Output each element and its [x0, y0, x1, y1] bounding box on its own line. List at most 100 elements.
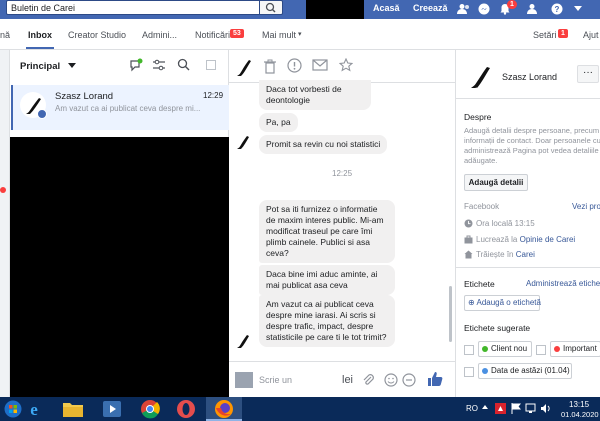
tab-settings[interactable]: Setări: [533, 30, 557, 40]
tray-arrow-icon[interactable]: [481, 403, 489, 413]
side-notification-dot: [0, 187, 6, 193]
conversation-preview: Am vazut ca ai publicat ceva despre mi..…: [55, 104, 200, 113]
chrome-icon[interactable]: [140, 399, 160, 419]
labels-title: Etichete: [464, 279, 495, 289]
message-bubble: Daca tot vorbesti de deontologie: [259, 80, 371, 110]
works-at-prefix: Lucrează la: [476, 235, 518, 244]
contact-name: Szasz Lorand: [502, 72, 558, 82]
chat-toolbar: [229, 50, 455, 83]
left-edge-strip: [0, 50, 10, 397]
volume-icon[interactable]: [540, 403, 552, 414]
home-icon: [464, 250, 473, 259]
more-options-button[interactable]: ···: [577, 65, 599, 83]
tag-important-checkbox[interactable]: [536, 345, 546, 355]
search-button[interactable]: [259, 0, 283, 15]
windows-start-icon[interactable]: [4, 400, 22, 418]
attachment-icon[interactable]: [362, 374, 375, 387]
add-label-button[interactable]: ⊕ Adaugă o etichetă: [464, 295, 541, 311]
message-bubble: Am vazut ca ai publicat ceva despre mine…: [259, 295, 395, 347]
tag-data-de-astazi[interactable]: Data de astăzi (01.04): [478, 363, 572, 379]
message-timestamp: 12:25: [332, 169, 353, 178]
like-icon[interactable]: [427, 371, 443, 387]
add-details-button[interactable]: Adaugă detalii: [464, 174, 528, 191]
tag-today-checkbox[interactable]: [464, 367, 474, 377]
avatar: [471, 67, 490, 88]
top-bar: Buletin de Carei Acasă Creează 1 ?: [0, 0, 600, 19]
redacted-panel: [10, 137, 229, 397]
trash-icon[interactable]: [263, 59, 277, 74]
file-explorer-icon[interactable]: [62, 400, 84, 418]
conversation-item[interactable]: Szasz Lorand 12:29 Am vazut ca ai public…: [11, 85, 229, 130]
search-conversations-icon[interactable]: [177, 58, 190, 71]
active-tab-underline: [26, 47, 54, 49]
tag-client-label: Client nou: [491, 344, 528, 353]
keyboard-language[interactable]: RO: [466, 404, 478, 413]
inbox-filter-label[interactable]: Principal: [20, 61, 60, 72]
works-at-link[interactable]: Opinie de Carei: [520, 235, 576, 244]
taskbar-date[interactable]: 01.04.2020: [561, 410, 599, 419]
firefox-icon: [215, 400, 233, 418]
clock-icon: [464, 219, 473, 228]
firefox-taskbar-button[interactable]: [206, 397, 242, 421]
select-all-checkbox[interactable]: [206, 60, 216, 70]
tag-client-checkbox[interactable]: [464, 345, 474, 355]
manage-labels-link[interactable]: Administrează etichete: [526, 279, 600, 288]
composer-input[interactable]: Scrie un: [259, 375, 292, 385]
tag-important[interactable]: Important: [550, 341, 600, 357]
filter-settings-icon[interactable]: [152, 59, 166, 71]
view-profile-link[interactable]: Vezi profil: [572, 202, 600, 211]
avatar: [237, 136, 249, 149]
tab-creator-studio[interactable]: Creator Studio: [68, 30, 126, 40]
message-bubble: Daca bine imi aduc aminte, ai mai public…: [259, 265, 395, 295]
report-spam-icon[interactable]: [287, 58, 302, 73]
filter-dropdown-chevron-icon[interactable]: [68, 63, 76, 68]
avatar: [237, 335, 249, 348]
search-input[interactable]: Buletin de Carei: [6, 0, 260, 15]
message-bubble: Pa, pa: [259, 113, 298, 132]
divider: [456, 98, 600, 99]
works-at: Lucrează la Opinie de Carei: [476, 235, 575, 244]
tag-client-nou[interactable]: Client nou: [478, 341, 532, 357]
account-menu-chevron-icon[interactable]: [574, 6, 582, 12]
nav-item-partial[interactable]: nă: [0, 30, 10, 40]
settings-badge: 1: [558, 29, 568, 38]
tab-notifications[interactable]: Notificări: [195, 30, 230, 40]
lives-in-link[interactable]: Carei: [516, 250, 535, 259]
create-link[interactable]: Creează: [413, 3, 448, 13]
help-icon[interactable]: ?: [551, 3, 563, 15]
star-icon[interactable]: [339, 58, 353, 72]
saved-replies-icon[interactable]: [402, 373, 416, 387]
blue-dot-icon: [482, 367, 488, 374]
chat-scrollbar[interactable]: [449, 286, 452, 342]
redacted-area: [306, 0, 364, 19]
page-nav-bar: nă Inbox Creator Studio Admini... Notifi…: [0, 19, 600, 50]
internet-explorer-icon[interactable]: e: [24, 399, 44, 419]
tab-more[interactable]: Mai mult: [262, 30, 296, 40]
suggested-labels-title: Etichete sugerate: [464, 323, 531, 333]
search-icon: [265, 2, 276, 13]
home-link[interactable]: Acasă: [373, 3, 400, 13]
tab-help-partial[interactable]: Ajut: [583, 30, 599, 40]
taskbar-time[interactable]: 13:15: [569, 400, 589, 409]
new-message-icon[interactable]: [129, 58, 143, 72]
about-title: Despre: [464, 112, 492, 122]
antivirus-icon[interactable]: [495, 403, 506, 414]
mark-unread-icon[interactable]: [312, 59, 328, 71]
lives-in-prefix: Trăiește în: [476, 250, 514, 259]
currency-label[interactable]: lei: [342, 374, 353, 386]
emoji-icon[interactable]: [384, 373, 398, 387]
opera-icon[interactable]: [176, 399, 196, 419]
tab-inbox[interactable]: Inbox: [28, 30, 52, 40]
network-icon[interactable]: [525, 403, 536, 414]
contact-details-panel: Szasz Lorand ··· Despre Adaugă detalii d…: [455, 50, 600, 397]
page-badge-icon: [37, 109, 47, 119]
flag-icon[interactable]: [511, 403, 521, 414]
media-player-icon[interactable]: [102, 400, 122, 418]
tab-admin[interactable]: Admini...: [142, 30, 177, 40]
friend-requests-icon[interactable]: [526, 3, 540, 15]
messenger-icon[interactable]: [478, 3, 490, 15]
tag-important-label: Important: [563, 344, 597, 353]
message-bubble: Pot sa iti furnizez o informatie de maxi…: [259, 200, 395, 263]
friends-icon[interactable]: [457, 3, 471, 15]
tag-today-label: Data de astăzi (01.04): [491, 366, 570, 375]
